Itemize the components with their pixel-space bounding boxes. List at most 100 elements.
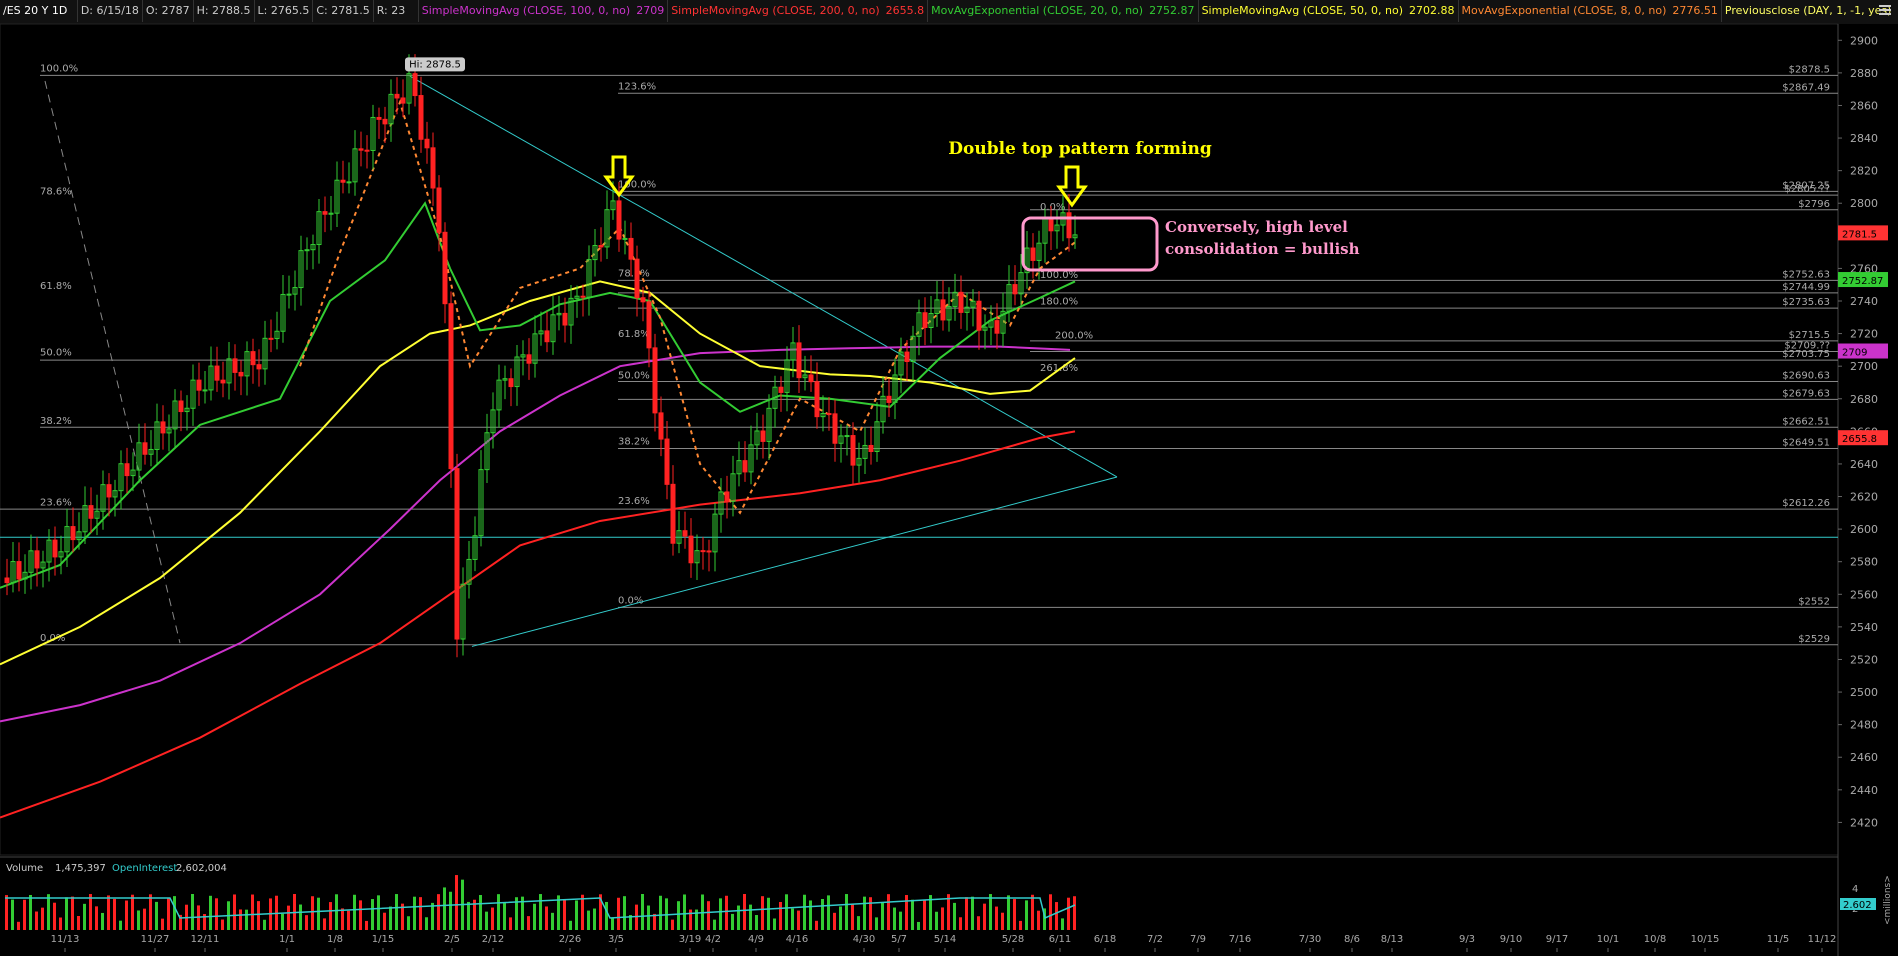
candle-body	[436, 187, 442, 233]
candle-body	[52, 539, 58, 558]
candle-body	[580, 295, 586, 298]
x-tick-label: 1/15	[372, 934, 394, 945]
price-level-label: $2703.75	[1782, 349, 1830, 360]
y-tick-label: 2860	[1850, 99, 1878, 112]
x-tick-label: 1/8	[327, 934, 343, 945]
volume-tag-label: 2.602	[1843, 900, 1872, 911]
candle-body	[412, 73, 418, 97]
volume-bar	[875, 917, 878, 930]
price-chart[interactable]: 2420 2440 2460 2480 2500 2520 2540 2560 2580 2600…	[0, 0, 1898, 956]
volume-bar	[977, 916, 980, 930]
candle-body	[340, 179, 346, 183]
candle-body	[202, 389, 208, 392]
volume-bar	[653, 913, 656, 930]
candle-body	[178, 400, 184, 413]
candle-body	[442, 231, 448, 305]
volume-bar	[1067, 897, 1070, 930]
volume-bar	[503, 902, 506, 930]
y-tick-label: 2880	[1850, 67, 1878, 80]
volume-bar	[791, 908, 794, 930]
volume-bar	[443, 887, 446, 930]
volume-bar	[485, 911, 488, 930]
candle-body	[232, 358, 238, 373]
volume-bar	[437, 894, 440, 930]
x-tick-label: 7/30	[1299, 934, 1321, 945]
candle-body	[904, 351, 910, 363]
volume-bar	[755, 915, 758, 930]
volume-bar	[323, 918, 326, 930]
volume-bar	[1013, 899, 1016, 930]
volume-bar	[137, 910, 140, 930]
x-tick-label: 4/9	[748, 934, 764, 945]
volume-bar	[863, 896, 866, 930]
volume-bar	[923, 899, 926, 930]
candle-body	[196, 379, 202, 391]
volume-bar	[887, 894, 890, 930]
candle-body	[646, 301, 652, 349]
y-tick-label: 2540	[1850, 621, 1878, 634]
fib-label-left: 61.8%	[40, 281, 72, 292]
candle-body	[1048, 218, 1054, 232]
volume-bar	[833, 912, 836, 930]
volume-bar	[155, 901, 158, 930]
volume-bar	[803, 894, 806, 930]
volume-bar	[893, 907, 896, 930]
volume-bar	[527, 916, 530, 930]
candle-body	[418, 95, 424, 140]
candle-body	[796, 342, 802, 379]
x-tick-label: 11/27	[141, 934, 170, 945]
price-level-label: $2744.99	[1782, 282, 1830, 293]
volume-bar	[131, 894, 134, 930]
x-tick-label: 4/30	[853, 934, 875, 945]
candle-body	[364, 149, 370, 152]
volume-bar	[809, 900, 812, 930]
sma200-line	[0, 430, 1076, 819]
volume-bar	[383, 912, 386, 930]
annotation-note-line1: Conversely, high level	[1165, 218, 1348, 236]
volume-bar	[767, 897, 770, 930]
candle-body	[844, 435, 850, 438]
price-level-label: $2690.63	[1782, 370, 1830, 381]
candle-body	[724, 491, 730, 502]
volume-bar	[707, 901, 710, 930]
candle-body	[220, 379, 226, 384]
volume-bar	[491, 907, 494, 930]
volume-bar	[365, 920, 368, 930]
volume-bar	[1037, 910, 1040, 930]
volume-bar	[17, 921, 20, 930]
candle-body	[160, 421, 166, 434]
volume-bar	[95, 906, 98, 930]
volume-bar	[611, 918, 614, 930]
volume-bar	[287, 905, 290, 930]
volume-bar	[947, 894, 950, 930]
x-tick-label: 7/16	[1229, 934, 1251, 945]
volume-bar	[89, 894, 92, 930]
candle-body	[628, 237, 634, 260]
volume-bar	[353, 894, 356, 930]
volume-bar	[1061, 918, 1064, 930]
volume-bar	[1049, 894, 1052, 930]
volume-bar	[347, 910, 350, 930]
volume-bar	[311, 896, 314, 930]
volume-bar	[1019, 920, 1022, 930]
volume-bar	[623, 896, 626, 930]
volume-bar	[827, 895, 830, 930]
candle-body	[70, 526, 76, 541]
price-level-label: $2878.5	[1789, 64, 1830, 75]
volume-bar	[29, 894, 32, 930]
volume-bar	[995, 906, 998, 930]
y-tick-label: 2640	[1850, 458, 1878, 471]
volume-bar	[245, 909, 248, 930]
volume-bar	[575, 900, 578, 930]
volume-bar	[773, 918, 776, 930]
volume-bar	[935, 911, 938, 930]
volume-bar	[341, 908, 344, 930]
candle-body	[286, 293, 292, 296]
x-tick-label: 2/5	[444, 934, 460, 945]
candle-body	[760, 430, 766, 442]
candle-body	[742, 460, 748, 473]
candle-body	[34, 550, 40, 569]
candle-body	[376, 116, 382, 120]
volume-bar	[359, 900, 362, 930]
x-tick-label: 8/6	[1344, 934, 1360, 945]
